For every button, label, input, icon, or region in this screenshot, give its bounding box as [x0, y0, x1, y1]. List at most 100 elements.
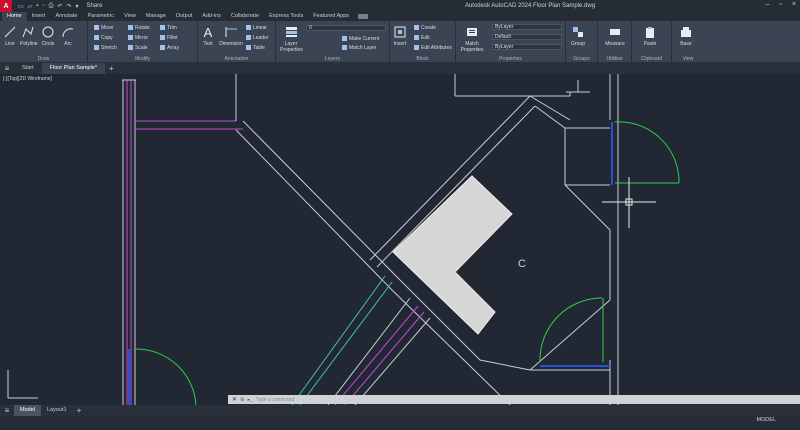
clipboard-panel-title[interactable]: Clipboard	[632, 56, 671, 62]
close-icon[interactable]: ×	[792, 1, 796, 8]
paste-tool[interactable]: Paste	[642, 25, 658, 47]
tab-start[interactable]: Start	[14, 63, 42, 74]
groups-panel-title[interactable]: Groups	[566, 56, 597, 62]
magenta-diag-2	[344, 311, 425, 405]
tab-parametric[interactable]: Parametric	[82, 12, 119, 21]
edit-block-tool[interactable]: Edit	[414, 34, 430, 41]
right-diagonal-2	[529, 299, 611, 371]
insert-tool[interactable]: Insert	[392, 25, 408, 47]
teal-line-1	[299, 281, 393, 405]
autocad-logo[interactable]: A	[0, 0, 12, 12]
color-dropdown[interactable]: ByLayer	[492, 24, 562, 30]
layout-tabs-bar: ≡ Model Layout1 +	[0, 405, 800, 416]
open-file-icon[interactable]: ▱	[28, 3, 33, 10]
save-as-icon[interactable]: ▫	[42, 3, 44, 9]
new-file-icon[interactable]: ▭	[18, 3, 24, 10]
dimension-icon	[225, 25, 237, 39]
circle-tool[interactable]: Circle	[40, 25, 56, 47]
window-title: Autodesk AutoCAD 2024 Floor Plan Sample.…	[464, 3, 596, 9]
mirror-tool[interactable]: Mirror	[128, 34, 148, 41]
line-tool[interactable]: Line	[2, 25, 18, 47]
command-close-icon[interactable]: ✕	[232, 396, 237, 403]
match-properties-tool[interactable]: Match Properties	[460, 25, 484, 53]
view-panel-title[interactable]: View	[672, 56, 704, 62]
corner-wall-2	[534, 105, 566, 129]
layer-properties-tool[interactable]: Layer Properties	[280, 25, 303, 53]
leader-tool[interactable]: Leader	[246, 34, 269, 41]
save-icon[interactable]: ▪	[36, 3, 38, 9]
linetype-dropdown-value: Default	[495, 34, 511, 40]
dimension-tool[interactable]: Dimension	[218, 25, 244, 47]
circle-icon	[42, 25, 54, 39]
array-tool[interactable]: Array	[160, 44, 179, 51]
plot-icon[interactable]: ⎙	[49, 3, 54, 10]
new-tab-icon[interactable]: +	[105, 64, 118, 73]
undo-icon[interactable]: ↶	[57, 3, 62, 10]
tab-model[interactable]: Model	[14, 405, 41, 416]
tab-add-ins[interactable]: Add-ins	[197, 12, 226, 21]
minimize-icon[interactable]: –	[766, 1, 770, 8]
annotation-panel-title[interactable]: Annotation	[198, 56, 275, 62]
new-layout-icon[interactable]: +	[73, 406, 86, 415]
match-layer-tool[interactable]: Match Layer	[342, 44, 377, 51]
tab-manage[interactable]: Manage	[141, 12, 171, 21]
viewport-controls[interactable]: [-][Top][2D Wireframe]	[3, 76, 52, 82]
measure-tool[interactable]: Measure	[604, 25, 626, 47]
drawing-canvas[interactable]: C [-][Top][2D Wireframe]	[0, 74, 800, 405]
stretch-tool[interactable]: Stretch	[94, 44, 117, 51]
tab-express-tools[interactable]: Express Tools	[264, 12, 308, 21]
group-tool[interactable]: Group	[570, 25, 586, 47]
command-input[interactable]: Type a command	[256, 397, 294, 403]
command-settings-icon[interactable]: ⚙	[240, 397, 244, 403]
tab-annotate[interactable]: Annotate	[50, 12, 82, 21]
layout-menu-icon[interactable]: ≡	[0, 406, 14, 415]
text-tool[interactable]: A Text	[200, 25, 216, 48]
base-tool[interactable]: Base	[678, 25, 694, 47]
layers-panel-title[interactable]: Layers	[276, 56, 389, 62]
command-history-icon[interactable]: ▸_	[248, 397, 253, 403]
leader-label: Leader	[253, 34, 269, 41]
modify-panel-title[interactable]: Modify	[88, 56, 197, 62]
create-block-tool[interactable]: Create	[414, 24, 436, 31]
linear-tool[interactable]: Linear	[246, 24, 267, 31]
tab-collaborate[interactable]: Collaborate	[226, 12, 264, 21]
linetype-dropdown[interactable]: Default	[492, 34, 562, 40]
line-icon	[4, 25, 16, 39]
ribbon-minimize-icon[interactable]	[358, 14, 369, 19]
status-bar	[0, 416, 800, 430]
tab-floor-plan-sample[interactable]: Floor Plan Sample*	[41, 63, 106, 74]
tab-layout1[interactable]: Layout1	[41, 405, 73, 416]
polyline-tool[interactable]: Polyline	[20, 25, 38, 47]
properties-panel-title[interactable]: Properties	[456, 56, 565, 62]
lineweight-dropdown[interactable]: ByLayer	[492, 44, 562, 50]
tab-featured-apps[interactable]: Featured Apps	[308, 12, 354, 21]
right-diagonal-1	[564, 184, 611, 231]
tab-view[interactable]: View	[119, 12, 141, 21]
edit-attributes-tool[interactable]: Edit Attributes	[414, 44, 452, 51]
share-button[interactable]: Share	[86, 3, 102, 9]
layer-properties-icon	[285, 25, 297, 39]
layer-dropdown[interactable]: 0	[306, 25, 386, 31]
make-current-tool[interactable]: Make Current	[342, 35, 379, 42]
tab-output[interactable]: Output	[171, 12, 198, 21]
trim-tool[interactable]: Trim	[160, 24, 177, 31]
redo-icon[interactable]: ↷	[66, 3, 71, 10]
command-line[interactable]: ✕ ⚙ ▸_ Type a command	[228, 395, 800, 404]
block-panel-title[interactable]: Block	[390, 56, 455, 62]
rotate-tool[interactable]: Rotate	[128, 24, 150, 31]
tab-home[interactable]: Home	[2, 12, 27, 21]
dropdown-icon[interactable]: ▾	[75, 3, 78, 10]
copy-tool[interactable]: Copy	[94, 34, 113, 41]
fillet-tool[interactable]: Fillet	[160, 34, 178, 41]
arc-tool[interactable]: Arc	[60, 25, 76, 47]
table-tool[interactable]: Table	[246, 44, 265, 51]
maximize-icon[interactable]: ▫	[779, 1, 781, 8]
arc-icon	[62, 25, 74, 39]
scale-tool[interactable]: Scale	[128, 44, 148, 51]
tab-insert[interactable]: Insert	[27, 12, 51, 21]
move-tool[interactable]: Move	[94, 24, 113, 31]
utilities-panel-title[interactable]: Utilities	[598, 56, 631, 62]
model-space-indicator[interactable]: MODEL	[756, 417, 776, 423]
menu-icon[interactable]: ≡	[0, 64, 14, 73]
draw-panel-title[interactable]: Draw	[0, 56, 87, 62]
